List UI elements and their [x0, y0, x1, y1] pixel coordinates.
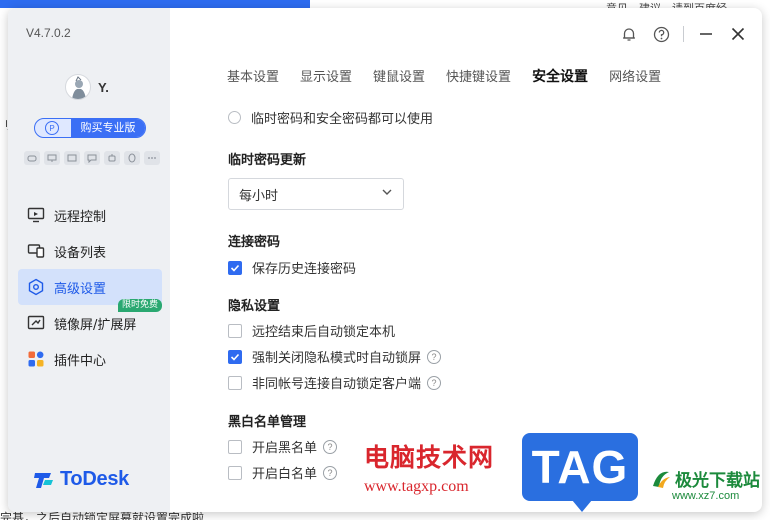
tab-display[interactable]: 显示设置	[300, 66, 352, 86]
save-history-password-checkbox[interactable]	[228, 260, 242, 275]
question-icon[interactable]: ?	[427, 375, 442, 390]
temp-password-update-value: 每小时	[239, 188, 279, 204]
lock-on-privacy-off-option[interactable]: 强制关闭隐私模式时自动锁屏 ?	[228, 347, 442, 366]
robot-icon[interactable]	[104, 151, 120, 165]
avatar[interactable]	[65, 74, 91, 100]
monitor-icon[interactable]	[44, 151, 60, 165]
sidebar-item-label: 镜像屏/扩展屏	[54, 317, 137, 333]
enable-blacklist-option[interactable]: 开启黑名单 ?	[228, 437, 338, 456]
watermark-site: 极光下载站	[650, 466, 760, 491]
buy-pro-label: 购买专业版	[71, 119, 145, 137]
tab-basic[interactable]: 基本设置	[227, 66, 279, 86]
todesk-logo: ToDesk	[34, 468, 129, 491]
password-mode-label: 临时密码和安全密码都可以使用	[251, 112, 434, 127]
auto-lock-after-remote-checkbox[interactable]	[228, 323, 242, 338]
sidebar-nav: 远程控制 设备列表 高级设置 镜像屏/扩展屏 限时免费 插件中心	[18, 197, 162, 377]
device-list-icon	[26, 241, 46, 261]
mirror-screen-icon	[26, 313, 46, 333]
tab-keyboard-mouse[interactable]: 键鼠设置	[373, 66, 425, 86]
question-icon[interactable]: ?	[427, 349, 442, 364]
connection-password-title: 连接密码	[228, 235, 281, 250]
watermark-site-name: 极光下载站	[675, 471, 760, 491]
watermark-tag-pointer	[572, 500, 592, 512]
watermark-site-url: www.xz7.com	[672, 490, 740, 502]
enable-blacklist-checkbox[interactable]	[228, 439, 242, 454]
enable-whitelist-label: 开启白名单	[252, 467, 318, 482]
gamepad-icon[interactable]	[24, 151, 40, 165]
window-controls	[619, 24, 748, 44]
watermark-tag-logo: TAG	[522, 433, 638, 501]
sidebar-item-plugin-center[interactable]: 插件中心	[18, 341, 162, 377]
sidebar-item-label: 插件中心	[54, 353, 107, 369]
lock-non-same-account-option[interactable]: 非同帐号连接自动锁定客户端 ?	[228, 373, 442, 392]
question-icon[interactable]: ?	[323, 465, 338, 480]
lock-non-same-account-label: 非同帐号连接自动锁定客户端	[252, 377, 422, 392]
enable-blacklist-label: 开启黑名单	[252, 441, 318, 456]
auto-lock-after-remote-option[interactable]: 远控结束后自动锁定本机	[228, 321, 395, 340]
sidebar-item-label: 高级设置	[54, 281, 107, 297]
password-mode-option[interactable]: 临时密码和安全密码都可以使用	[228, 108, 433, 127]
limited-free-badge: 限时免费	[117, 299, 162, 312]
chevron-down-icon	[381, 186, 393, 202]
auto-lock-after-remote-label: 远控结束后自动锁定本机	[252, 325, 396, 340]
feature-icon-row	[24, 151, 160, 165]
card-icon[interactable]	[64, 151, 80, 165]
sidebar-item-remote-control[interactable]: 远程控制	[18, 197, 162, 233]
help-circle-icon[interactable]	[651, 24, 671, 44]
more-icon[interactable]	[144, 151, 160, 165]
save-history-password-option[interactable]: 保存历史连接密码	[228, 258, 356, 277]
tab-network[interactable]: 网络设置	[609, 66, 661, 86]
enable-whitelist-checkbox[interactable]	[228, 465, 242, 480]
temp-password-update-select[interactable]: 每小时	[228, 178, 404, 210]
buy-pro-button[interactable]: P 购买专业版	[34, 118, 146, 138]
blackwhite-list-title: 黑白名单管理	[228, 415, 307, 430]
penguin-icon[interactable]	[124, 151, 140, 165]
username[interactable]: Y.	[98, 80, 109, 95]
advanced-settings-icon	[26, 277, 46, 297]
privacy-settings-title: 隐私设置	[228, 299, 281, 314]
password-mode-radio[interactable]	[228, 111, 241, 124]
todesk-logo-icon	[34, 472, 53, 488]
aurora-logo-icon	[653, 471, 670, 488]
logo-text: ToDesk	[60, 468, 129, 490]
minimize-icon[interactable]	[696, 24, 716, 44]
tab-shortcuts[interactable]: 快捷键设置	[446, 66, 511, 86]
tab-security[interactable]: 安全设置	[532, 66, 588, 86]
save-history-password-label: 保存历史连接密码	[252, 262, 357, 277]
controls-divider	[683, 26, 684, 42]
sidebar-item-label: 远程控制	[54, 209, 107, 225]
background-browser-strip	[0, 0, 310, 8]
todesk-settings-window: V4.7.0.2 Y. P 购买专业版 远程控制 设备列表 高级设置 镜像屏/扩…	[8, 8, 762, 512]
question-icon[interactable]: ?	[323, 439, 338, 454]
pro-p-icon: P	[45, 121, 59, 135]
watermark-red-text: 电脑技术网	[364, 443, 495, 472]
close-icon[interactable]	[728, 24, 748, 44]
remote-control-icon	[26, 205, 46, 225]
sidebar-item-device-list[interactable]: 设备列表	[18, 233, 162, 269]
sidebar-item-mirror-screen[interactable]: 镜像屏/扩展屏 限时免费	[18, 299, 162, 341]
sidebar: V4.7.0.2 Y. P 购买专业版 远程控制 设备列表 高级设置 镜像屏/扩…	[8, 8, 170, 512]
version-label: V4.7.0.2	[26, 26, 71, 40]
enable-whitelist-option[interactable]: 开启白名单 ?	[228, 463, 338, 482]
settings-tabs: 基本设置 显示设置 键鼠设置 快捷键设置 安全设置 网络设置	[227, 66, 661, 86]
lock-non-same-account-checkbox[interactable]	[228, 375, 242, 390]
bell-icon[interactable]	[619, 24, 639, 44]
watermark-url: www.tagxp.com	[364, 478, 469, 495]
plugin-center-icon	[26, 349, 46, 369]
temp-password-update-title: 临时密码更新	[228, 153, 307, 168]
lock-on-privacy-off-checkbox[interactable]	[228, 349, 242, 364]
sidebar-item-label: 设备列表	[54, 245, 107, 261]
chat-icon[interactable]	[84, 151, 100, 165]
lock-on-privacy-off-label: 强制关闭隐私模式时自动锁屏	[252, 351, 422, 366]
